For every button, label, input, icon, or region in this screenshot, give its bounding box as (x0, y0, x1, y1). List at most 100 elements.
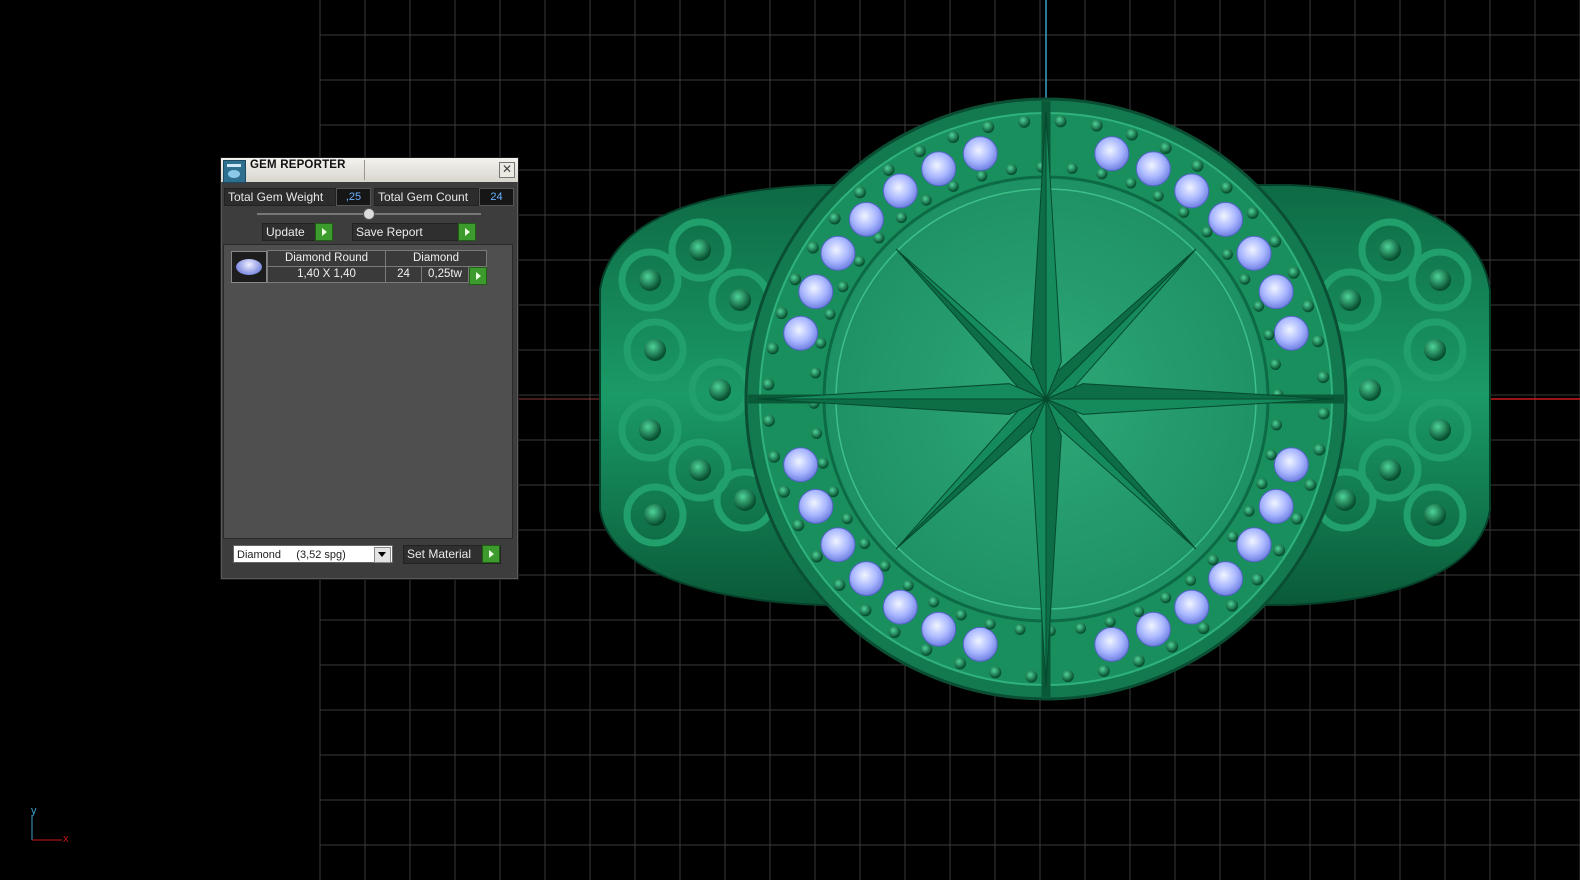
halo-bead (815, 337, 827, 349)
update-button[interactable]: Update (262, 223, 333, 241)
halo-gem (798, 274, 834, 310)
filigree-bead (729, 289, 751, 311)
halo-bead (1220, 181, 1233, 194)
gem-list[interactable]: Diamond Round Diamond 1,40 X 1,40 24 0,2… (223, 244, 513, 539)
halo-bead (810, 550, 823, 563)
halo-bead (920, 643, 933, 656)
halo-bead (1125, 177, 1137, 189)
halo-bead (1104, 616, 1116, 628)
filigree-bead (709, 379, 731, 401)
total-gem-weight-label: Total Gem Weight (224, 188, 336, 206)
halo-gem (962, 626, 998, 662)
halo-bead (984, 618, 996, 630)
halo-bead (920, 194, 932, 206)
halo-gem (921, 611, 957, 647)
halo-gem (921, 151, 957, 187)
filigree-bead (1429, 419, 1451, 441)
halo-bead (817, 457, 829, 469)
panel-title: GEM REPORTER (250, 159, 346, 171)
total-gem-count-label: Total Gem Count (374, 188, 479, 206)
halo-gem (820, 527, 856, 563)
halo-bead (1185, 574, 1197, 586)
halo-bead (762, 414, 775, 427)
halo-bead (1271, 419, 1283, 431)
halo-bead (1246, 206, 1259, 219)
halo-bead (1311, 335, 1324, 348)
gem-reporter-panel[interactable]: GEM REPORTER ✕ Total Gem Weight ,25 Tota… (220, 157, 519, 580)
filigree-bead (1424, 504, 1446, 526)
halo-bead (833, 579, 846, 592)
play-arrow-icon (315, 223, 333, 241)
halo-bead (1317, 407, 1330, 420)
halo-bead (792, 519, 805, 532)
halo-bead (879, 560, 891, 572)
gem-shape-cell: Diamond Round (267, 250, 386, 267)
halo-bead (827, 486, 839, 498)
filigree-bead (1379, 239, 1401, 261)
halo-bead (1160, 592, 1172, 604)
play-arrow-icon (458, 223, 476, 241)
halo-bead (1054, 115, 1067, 128)
filigree-bead (1339, 289, 1361, 311)
halo-bead (859, 538, 871, 550)
gem-row-action-icon[interactable] (469, 267, 487, 285)
halo-bead (1018, 115, 1031, 128)
halo-gem (1135, 611, 1171, 647)
filigree-bead (639, 419, 661, 441)
halo-gem (1236, 527, 1272, 563)
set-material-button[interactable]: Set Material (403, 545, 501, 564)
play-arrow-icon (482, 545, 500, 563)
halo-bead (809, 367, 821, 379)
halo-bead (1243, 505, 1255, 517)
halo-bead (859, 604, 872, 617)
panel-titlebar[interactable]: GEM REPORTER ✕ (221, 158, 518, 183)
save-report-button[interactable]: Save Report (352, 223, 476, 241)
halo-bead (1014, 624, 1026, 636)
filigree-bead (689, 459, 711, 481)
material-select-value: Diamond (3,52 spg) (237, 549, 346, 561)
halo-bead (1097, 664, 1110, 677)
halo-bead (1227, 531, 1239, 543)
halo-bead (1287, 266, 1300, 279)
halo-bead (766, 342, 779, 355)
stats-row: Total Gem Weight ,25 Total Gem Count 24 (224, 188, 514, 206)
halo-bead (824, 308, 836, 320)
halo-bead (1226, 599, 1239, 612)
total-gem-count-value: 24 (479, 188, 514, 206)
halo-bead (1253, 300, 1265, 312)
halo-bead (762, 378, 775, 391)
halo-gem (1135, 151, 1171, 187)
halo-gem (1094, 136, 1130, 172)
halo-bead (1207, 554, 1219, 566)
filigree-bead (644, 504, 666, 526)
panel-splitter-handle[interactable] (363, 208, 375, 220)
halo-bead (1090, 119, 1103, 132)
halo-bead (1025, 670, 1038, 683)
halo-bead (954, 657, 967, 670)
close-icon[interactable]: ✕ (499, 162, 515, 178)
material-select[interactable]: Diamond (3,52 spg) (233, 545, 393, 563)
halo-bead (1166, 640, 1179, 653)
halo-gem (783, 315, 819, 351)
halo-gem (882, 589, 918, 625)
halo-bead (1256, 478, 1268, 490)
halo-gem (1273, 315, 1309, 351)
halo-bead (811, 428, 823, 440)
chevron-down-icon[interactable] (374, 547, 391, 563)
filigree-bead (1429, 269, 1451, 291)
halo-bead (1133, 606, 1145, 618)
filigree-bead (1379, 459, 1401, 481)
halo-bead (1178, 206, 1190, 218)
halo-bead (1132, 655, 1145, 668)
halo-gem (1208, 561, 1244, 597)
halo-bead (947, 180, 959, 192)
filigree-bead (1359, 379, 1381, 401)
axis-y-label: y (31, 805, 37, 817)
filigree-bead (689, 239, 711, 261)
halo-gem (1258, 488, 1294, 524)
halo-gem (1174, 173, 1210, 209)
halo-bead (1159, 142, 1172, 155)
halo-bead (1221, 248, 1233, 260)
halo-bead (1075, 622, 1087, 634)
halo-bead (888, 626, 901, 639)
